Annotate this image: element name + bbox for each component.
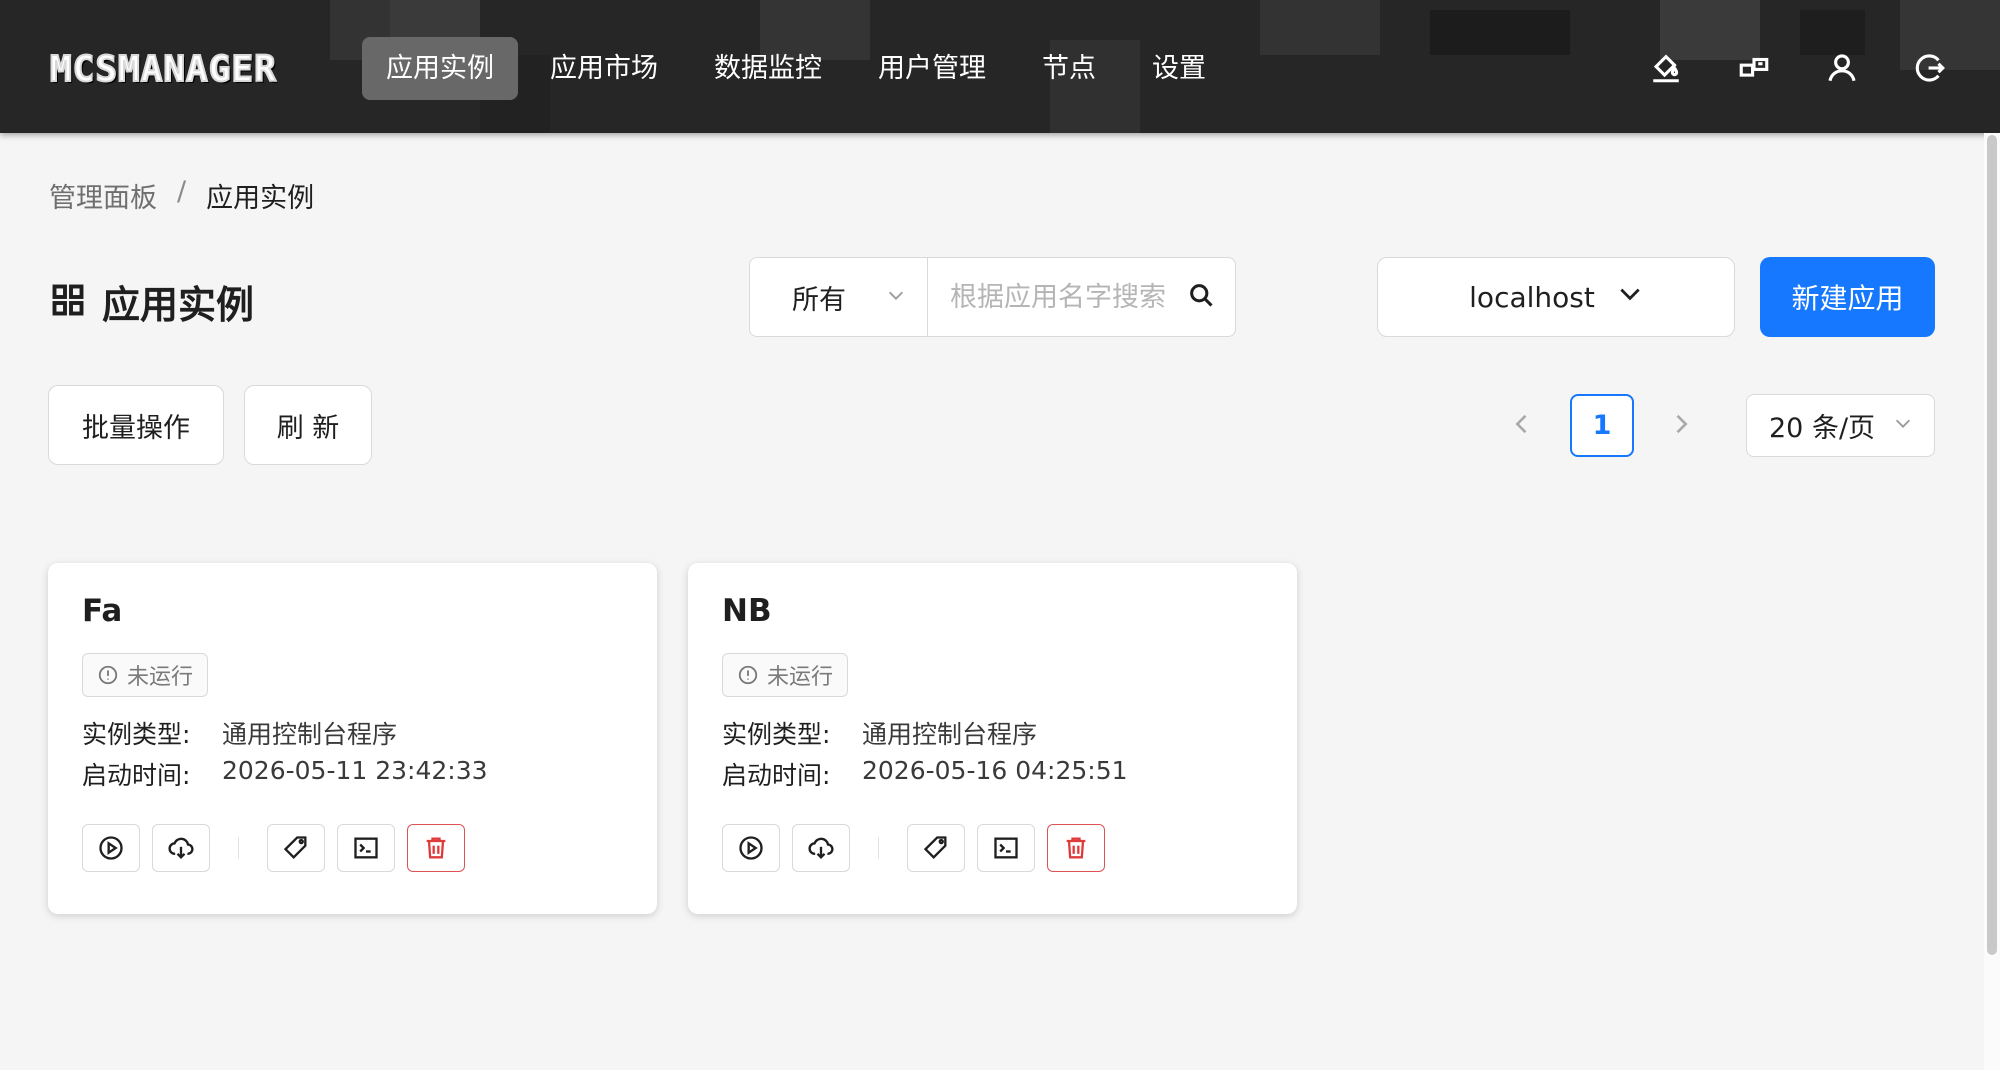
terminal-icon xyxy=(354,837,378,859)
nav-item-monitor[interactable]: 数据监控 xyxy=(690,37,846,100)
top-actions xyxy=(1648,50,1948,86)
delete-button[interactable] xyxy=(407,824,465,872)
instance-type-row: 实例类型: 通用控制台程序 xyxy=(722,715,1037,751)
instance-type-value: 通用控制台程序 xyxy=(862,720,1038,749)
page-header: 应用实例 xyxy=(50,274,254,329)
node-select-value: localhost xyxy=(1469,280,1595,314)
chevron-down-icon xyxy=(885,282,907,313)
terminal-icon xyxy=(994,837,1018,859)
status-filter-select[interactable]: 所有 xyxy=(750,258,928,336)
nav-item-users[interactable]: 用户管理 xyxy=(854,37,1010,100)
play-circle-icon xyxy=(99,836,123,860)
chevron-down-icon xyxy=(1892,410,1914,441)
breadcrumb-parent[interactable]: 管理面板 xyxy=(49,176,157,215)
nav-item-settings[interactable]: 设置 xyxy=(1128,37,1230,100)
instance-type-row: 实例类型: 通用控制台程序 xyxy=(82,715,397,751)
node-select[interactable]: localhost xyxy=(1377,257,1735,337)
instance-operations xyxy=(722,824,1117,872)
terminal-button[interactable] xyxy=(337,824,395,872)
update-button[interactable] xyxy=(152,824,210,872)
top-navigation-bar: MCSMANAGER 应用实例 应用市场 数据监控 用户管理 节点 设置 xyxy=(0,0,2000,133)
nav-item-nodes[interactable]: 节点 xyxy=(1018,37,1120,100)
user-icon[interactable] xyxy=(1824,50,1860,86)
status-text: 未运行 xyxy=(767,665,834,690)
terminal-button[interactable] xyxy=(977,824,1035,872)
app-logo[interactable]: MCSMANAGER xyxy=(49,49,330,91)
pagination-prev-icon[interactable] xyxy=(1508,410,1538,440)
page-size-select[interactable]: 20 条/页 xyxy=(1746,394,1935,457)
status-badge: 未运行 xyxy=(722,653,849,697)
divider xyxy=(238,837,239,859)
batch-operation-button[interactable]: 批量操作 xyxy=(48,385,224,465)
instance-type-value: 通用控制台程序 xyxy=(222,720,398,749)
trash-icon xyxy=(1066,837,1086,859)
delete-button[interactable] xyxy=(1047,824,1105,872)
cloud-download-icon xyxy=(168,837,194,859)
breadcrumb-separator: / xyxy=(177,176,187,207)
trash-icon xyxy=(426,837,446,859)
topbar-pixel xyxy=(1800,10,1865,55)
topbar-pixel xyxy=(1260,0,1380,55)
search-box xyxy=(928,258,1235,336)
divider xyxy=(878,837,879,859)
tag-button[interactable] xyxy=(907,824,965,872)
instance-type-label: 实例类型: xyxy=(82,720,191,749)
nav-item-market[interactable]: 应用市场 xyxy=(526,37,682,100)
start-button[interactable] xyxy=(82,824,140,872)
page-title: 应用实例 xyxy=(102,283,255,327)
logout-icon[interactable] xyxy=(1912,50,1948,86)
instance-filter-group: 所有 xyxy=(749,257,1236,337)
instance-name: Fa xyxy=(82,593,123,629)
start-time-label: 启动时间: xyxy=(82,761,191,790)
search-input[interactable] xyxy=(950,281,1187,313)
instance-name: NB xyxy=(722,593,772,629)
instance-type-label: 实例类型: xyxy=(722,720,831,749)
start-time-value: 2026-05-11 23:42:33 xyxy=(222,756,488,785)
instance-operations xyxy=(82,824,477,872)
exclamation-circle-icon xyxy=(738,665,758,685)
cloud-download-icon xyxy=(808,837,834,859)
paint-bucket-icon[interactable] xyxy=(1648,50,1684,86)
search-icon[interactable] xyxy=(1187,281,1215,313)
exclamation-circle-icon xyxy=(98,665,118,685)
start-time-row: 启动时间: 2026-05-11 23:42:33 xyxy=(82,756,488,792)
breadcrumb-current: 应用实例 xyxy=(206,183,315,214)
app-grid-icon xyxy=(50,282,86,322)
status-filter-value: 所有 xyxy=(792,284,846,316)
pagination-next-icon[interactable] xyxy=(1667,410,1697,440)
start-time-label: 启动时间: xyxy=(722,761,831,790)
update-button[interactable] xyxy=(792,824,850,872)
instance-card[interactable]: Fa 未运行 实例类型: 通用控制台程序 启动时间: 2026-05-11 23… xyxy=(48,563,657,914)
start-button[interactable] xyxy=(722,824,780,872)
status-badge: 未运行 xyxy=(82,653,209,697)
page-size-value: 20 条/页 xyxy=(1769,413,1876,444)
play-circle-icon xyxy=(739,836,763,860)
nav-item-instances[interactable]: 应用实例 xyxy=(362,37,518,100)
chevron-down-icon xyxy=(1617,281,1643,314)
breadcrumb: 管理面板 / 应用实例 xyxy=(49,176,314,215)
refresh-button[interactable]: 刷 新 xyxy=(244,385,372,465)
start-time-value: 2026-05-16 04:25:51 xyxy=(862,756,1128,785)
tag-icon xyxy=(923,836,947,859)
tag-button[interactable] xyxy=(267,824,325,872)
language-icon[interactable] xyxy=(1736,50,1772,86)
instance-card[interactable]: NB 未运行 实例类型: 通用控制台程序 启动时间: 2026-05-16 04… xyxy=(688,563,1297,914)
topbar-pixel xyxy=(1430,10,1570,55)
status-text: 未运行 xyxy=(127,665,194,690)
tag-icon xyxy=(283,836,307,859)
start-time-row: 启动时间: 2026-05-16 04:25:51 xyxy=(722,756,1128,792)
page-scrollbar-thumb[interactable] xyxy=(1987,135,1997,955)
new-app-button[interactable]: 新建应用 xyxy=(1760,257,1935,337)
main-nav: 应用实例 应用市场 数据监控 用户管理 节点 设置 xyxy=(362,37,1230,100)
pagination-current-page[interactable]: 1 xyxy=(1570,394,1634,457)
